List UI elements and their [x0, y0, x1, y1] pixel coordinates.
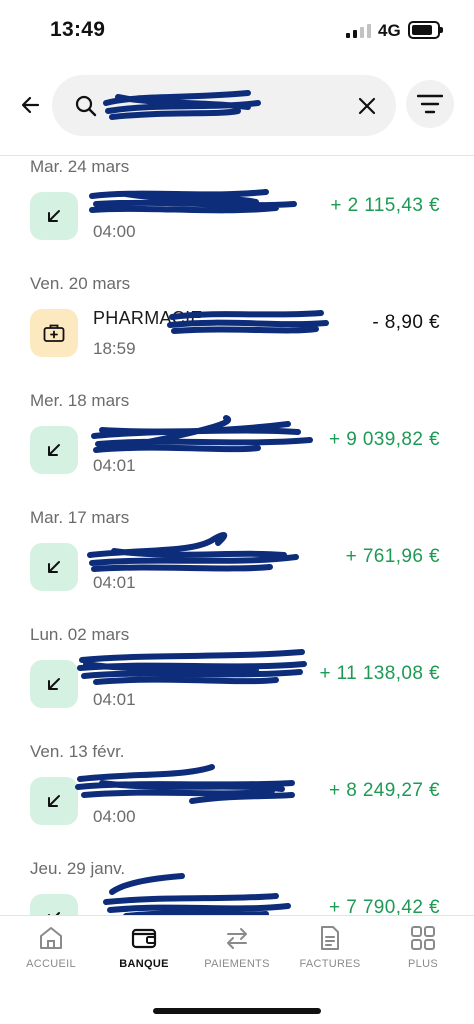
date-header: Mer. 18 mars [30, 391, 130, 410]
nav-item-plus[interactable]: PLUS [376, 924, 470, 984]
transaction-row[interactable]: 04:01 + 9 039,82 € [0, 415, 474, 501]
redaction-scribble [167, 310, 329, 334]
nav-item-accueil[interactable]: ACCUEIL [4, 924, 98, 984]
redaction-scribble [89, 189, 297, 214]
search-icon [75, 95, 97, 117]
transaction-amount: + 11 138,08 € [319, 663, 440, 684]
search-bar[interactable] [52, 75, 396, 136]
transaction-group: Mer. 18 mars 04:01 + 9 039,82 € [0, 384, 474, 501]
network-type: 4G [378, 21, 401, 40]
arrow-left-icon [21, 96, 40, 114]
transaction-row[interactable]: 04:01 + 11 138,08 € [0, 649, 474, 735]
grid-icon [411, 926, 435, 950]
status-bar: 13:49 4G [0, 0, 474, 62]
arrow-down-left-icon [48, 561, 60, 573]
transaction-icon [30, 660, 78, 708]
transaction-row[interactable]: 04:01 + 761,96 € [0, 531, 474, 618]
nav-label: PLUS [408, 958, 438, 970]
wallet-icon [131, 928, 157, 949]
date-header: Mar. 24 mars [30, 157, 130, 176]
transaction-row[interactable]: 04:00 + 2 115,43 € [0, 184, 474, 267]
transaction-amount: + 9 039,82 € [329, 429, 440, 450]
nav-label: FACTURES [299, 958, 361, 970]
transaction-group: Ven. 13 févr. 04:00 + 8 249,27 € [0, 735, 474, 852]
transaction-icon [30, 777, 78, 825]
redaction-scribble [87, 531, 299, 572]
arrow-down-left-icon [48, 678, 60, 690]
transaction-icon [30, 426, 78, 474]
arrow-down-left-icon [48, 444, 60, 456]
filter-icon [417, 94, 443, 114]
transaction-time: 04:00 [93, 222, 136, 241]
transaction-group: Lun. 02 mars 04:01 + 11 138,08 € [0, 618, 474, 735]
redaction-scribble [77, 649, 307, 685]
transfer-icon [227, 928, 247, 949]
clear-search-button[interactable] [356, 95, 378, 117]
transaction-icon [30, 894, 78, 915]
transaction-row[interactable]: PHARMACIE 18:59 - 8,90 € [0, 301, 474, 384]
redaction-scribble [103, 873, 291, 915]
transaction-list[interactable]: Mar. 24 mars 04:00 + 2 115,43 € Ven. 20 … [0, 157, 474, 915]
transaction-time: 04:01 [93, 573, 136, 592]
transaction-row[interactable]: 04:00 + 8 249,27 € [0, 764, 474, 852]
signal-icon [346, 24, 372, 38]
transaction-amount: + 8 249,27 € [329, 780, 440, 801]
transaction-amount: + 761,96 € [345, 546, 440, 567]
redaction-scribble [91, 415, 313, 453]
close-icon [358, 97, 376, 115]
transaction-group: Jeu. 29 janv. + 7 790,42 € [0, 852, 474, 915]
transaction-time: 18:59 [93, 339, 136, 358]
document-icon [321, 926, 339, 950]
medical-bag-icon [43, 324, 65, 342]
home-indicator[interactable] [153, 1008, 321, 1014]
transaction-icon [30, 192, 78, 240]
transaction-group: Mar. 17 mars 04:01 + 761,96 € [0, 501, 474, 618]
nav-label: PAIEMENTS [204, 958, 270, 970]
transaction-amount: + 2 115,43 € [330, 195, 440, 216]
battery-icon [408, 21, 443, 39]
status-time: 13:49 [50, 18, 106, 41]
transaction-time: 04:01 [93, 456, 136, 475]
transaction-group: Ven. 20 mars PHARMACIE 18:59 - 8,90 € [0, 267, 474, 384]
transaction-amount: - 8,90 € [372, 312, 440, 333]
date-header: Lun. 02 mars [30, 625, 130, 644]
filter-button[interactable] [406, 80, 454, 128]
home-icon [40, 927, 62, 949]
transaction-icon [30, 543, 78, 591]
transaction-amount: + 7 790,42 € [329, 897, 440, 915]
redaction-scribble [103, 90, 261, 120]
search-header [0, 62, 474, 156]
back-button[interactable] [18, 92, 44, 118]
nav-item-paiements[interactable]: PAIEMENTS [190, 924, 284, 984]
transaction-time: 04:00 [93, 807, 136, 826]
nav-label: BANQUE [119, 958, 169, 970]
nav-item-factures[interactable]: FACTURES [283, 924, 377, 984]
arrow-down-left-icon [48, 210, 60, 222]
date-header: Ven. 20 mars [30, 274, 131, 293]
transaction-icon [30, 309, 78, 357]
transaction-time: 04:01 [93, 690, 136, 709]
transaction-group: Mar. 24 mars 04:00 + 2 115,43 € [0, 157, 474, 267]
arrow-down-left-icon [48, 795, 60, 807]
redaction-scribble [75, 764, 295, 804]
transaction-row[interactable]: + 7 790,42 € [0, 873, 474, 915]
nav-item-banque[interactable]: BANQUE [97, 924, 191, 984]
nav-label: ACCUEIL [26, 958, 76, 970]
